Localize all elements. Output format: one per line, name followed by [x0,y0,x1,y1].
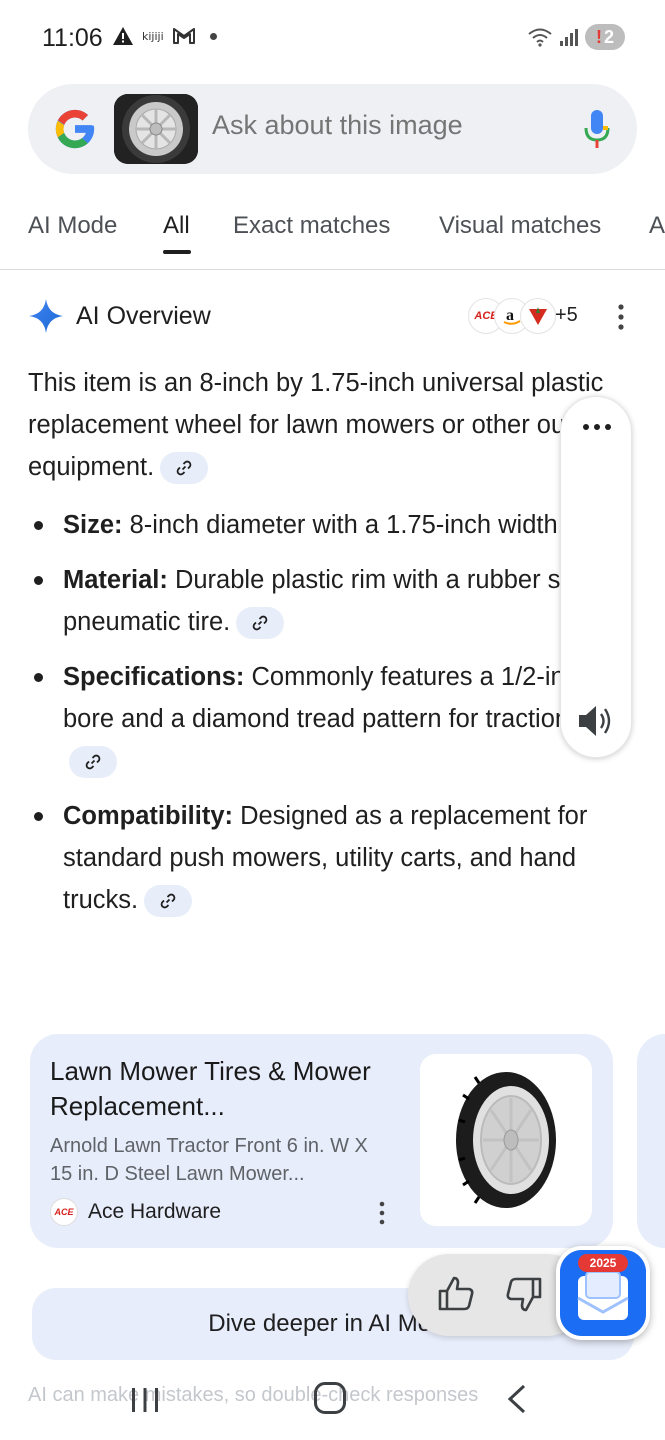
link-icon [160,893,176,909]
list-item: Compatibility: Designed as a replacement… [28,795,628,921]
app-shortcut-bubble[interactable]: 2025 [556,1246,650,1340]
speaker-icon[interactable] [575,703,617,739]
card-title[interactable]: Lawn Mower Tires & Mower Replacement... [50,1054,400,1124]
list-item: Size: 8-inch diameter with a 1.75-inch w… [28,504,628,546]
status-bar: 11:06 kijiji ! 2 [0,0,665,78]
ace-hardware-logo-icon: ACE [50,1198,78,1226]
link-icon [85,754,101,770]
wifi-icon [528,28,552,47]
system-nav-bar [0,1366,665,1440]
thumbs-up-icon[interactable] [436,1274,476,1314]
result-card[interactable]: Lawn Mower Tires & Mower Replacement... … [30,1034,613,1248]
list-item: Specifications: Commonly features a 1/2-… [28,656,628,782]
card-source-name: Ace Hardware [88,1200,222,1223]
ai-overview-title: AI Overview [76,302,211,330]
ai-overview-header: AI Overview ACE a +5 [28,296,638,340]
link-icon [252,615,268,631]
google-logo-icon[interactable] [52,106,98,152]
app-year-badge: 2025 [578,1254,628,1272]
link-icon [176,460,192,476]
gmail-icon [172,28,195,44]
recent-apps-icon[interactable] [130,1386,160,1414]
list-item: Material: Durable plastic rim with a rub… [28,559,628,643]
ai-overview-bullets: Size: 8-inch diameter with a 1.75-inch w… [28,504,628,934]
canadian-tire-logo-icon [520,298,556,334]
gemini-sparkle-icon [29,299,63,333]
tab-all[interactable]: All [163,212,190,240]
citation-link-button[interactable] [160,452,209,485]
card-product-image[interactable] [420,1054,592,1226]
status-time: 11:06 [42,24,103,52]
tab-more[interactable]: A [649,212,665,240]
ai-overview-summary: This item is an 8-inch by 1.75-inch univ… [28,362,628,488]
search-bar[interactable] [28,84,637,174]
tab-visual-matches[interactable]: Visual matches [439,212,601,240]
next-result-card[interactable] [637,1034,665,1248]
citation-link-button[interactable] [144,885,193,918]
citation-link-button[interactable] [236,607,285,640]
signal-icon [560,29,578,46]
battery-indicator: ! 2 [585,24,625,50]
kijiji-icon: kijiji [142,29,164,43]
active-tab-indicator [163,250,191,254]
lawn-mower-wheel-image [456,1072,556,1208]
svg-text:a: a [506,307,514,324]
more-vert-icon[interactable] [613,302,629,332]
tab-ai-mode[interactable]: AI Mode [28,212,117,240]
status-right-icons: ! 2 [527,24,625,50]
floating-actions-panel [560,396,632,758]
citation-link-button[interactable] [69,746,117,779]
ai-intro-text: This item is an 8-inch by 1.75-inch univ… [28,369,624,481]
notification-icons: kijiji [112,26,217,46]
thumbs-down-icon[interactable] [504,1274,544,1314]
more-vert-icon[interactable] [376,1200,388,1226]
microphone-icon[interactable] [583,108,611,150]
source-icons[interactable]: ACE a [468,298,558,334]
query-image-thumbnail[interactable] [114,94,198,164]
card-source: ACE Ace Hardware [50,1198,221,1226]
wheel-image [114,94,198,164]
more-notifications-dot [209,32,217,40]
more-sources-count[interactable]: +5 [555,304,578,327]
search-input[interactable] [212,110,542,141]
card-description: Arnold Lawn Tractor Front 6 in. W X 15 i… [50,1135,368,1185]
back-icon[interactable] [506,1384,528,1414]
home-button-icon[interactable] [314,1382,346,1414]
more-horiz-icon[interactable] [581,421,613,433]
tab-exact-matches[interactable]: Exact matches [233,212,390,240]
search-tabs: AI Mode All Exact matches Visual matches… [0,206,665,270]
warning-icon [113,27,133,45]
